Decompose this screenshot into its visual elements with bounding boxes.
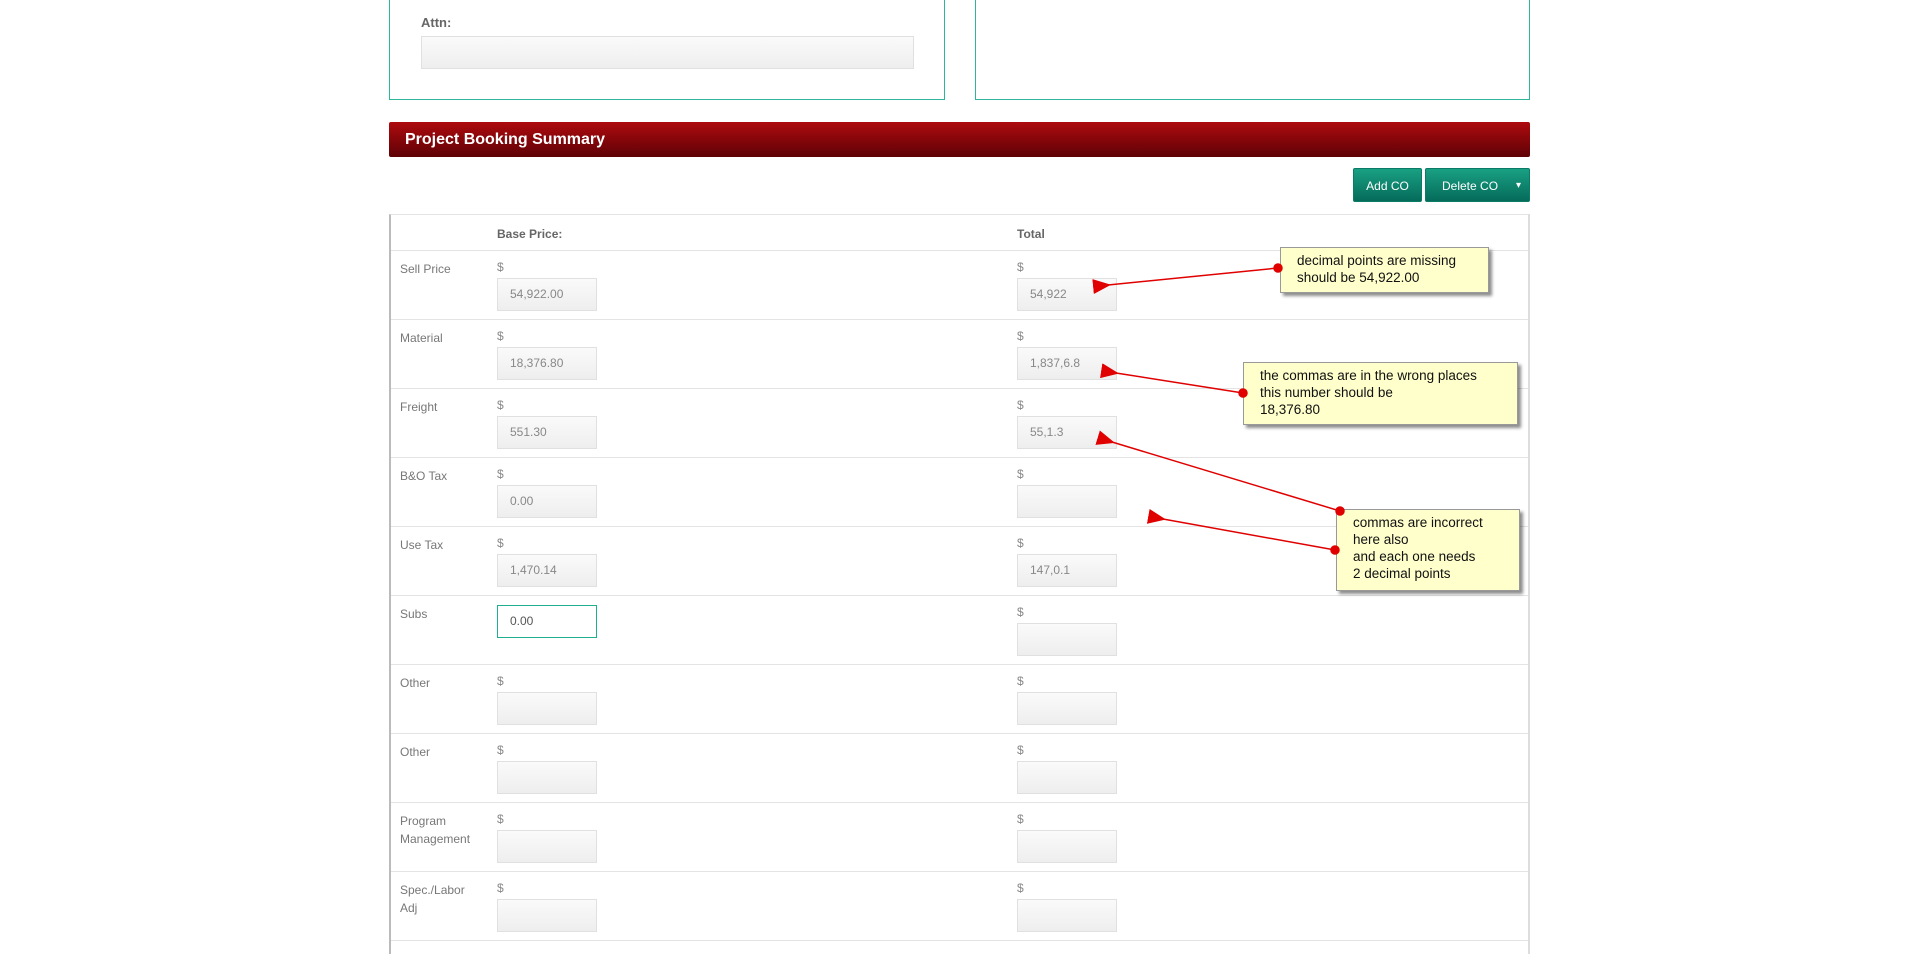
attn-label: Attn: xyxy=(421,15,452,30)
table-row: Other $ $ xyxy=(391,664,1528,734)
base-cell: $ 18,376.80 xyxy=(497,329,597,380)
row-label: Other xyxy=(400,676,431,690)
base-price-input[interactable]: 54,922.00 xyxy=(497,278,597,311)
row-label: Sell Price xyxy=(400,262,451,276)
row-label: Spec./Labor Adj xyxy=(400,883,465,915)
total-input[interactable] xyxy=(1017,485,1117,518)
row-label: Material xyxy=(400,331,443,345)
currency-symbol: $ xyxy=(1017,812,1024,826)
currency-symbol: $ xyxy=(1017,260,1024,274)
total-input[interactable] xyxy=(1017,761,1117,794)
annotation-note: decimal points are missing should be 54,… xyxy=(1280,247,1489,293)
total-input[interactable] xyxy=(1017,692,1117,725)
base-cell: 0.00 xyxy=(497,605,597,638)
secondary-panel xyxy=(975,0,1530,100)
base-cell: $ 54,922.00 xyxy=(497,260,597,311)
table-row: Spec./Labor Adj $ $ xyxy=(391,871,1528,941)
currency-symbol: $ xyxy=(497,881,504,895)
base-cell: $ 1,470.14 xyxy=(497,536,597,587)
row-label: Other xyxy=(400,745,431,759)
currency-symbol: $ xyxy=(1017,881,1024,895)
row-label: Freight xyxy=(400,400,438,414)
total-input[interactable]: 147,0.1 xyxy=(1017,554,1117,587)
add-co-button[interactable]: Add CO xyxy=(1353,168,1422,202)
currency-symbol: $ xyxy=(497,812,504,826)
table-header: Base Price: Total xyxy=(391,215,1528,251)
base-cell: $ xyxy=(497,881,597,932)
caret-down-icon[interactable]: ▾ xyxy=(1516,169,1521,203)
base-price-input[interactable] xyxy=(497,761,597,794)
total-input[interactable]: 55,1.3 xyxy=(1017,416,1117,449)
table-row: Program Management $ $ xyxy=(391,802,1528,872)
currency-symbol: $ xyxy=(497,743,504,757)
currency-symbol: $ xyxy=(1017,674,1024,688)
row-label: B&O Tax xyxy=(400,469,448,483)
currency-symbol: $ xyxy=(497,536,504,550)
total-cell: $ xyxy=(1017,467,1117,518)
currency-symbol: $ xyxy=(497,674,504,688)
base-price-input[interactable]: 0.00 xyxy=(497,485,597,518)
row-label: Use Tax xyxy=(400,538,444,552)
delete-co-button[interactable]: Delete CO ▾ xyxy=(1425,168,1530,202)
total-input[interactable] xyxy=(1017,899,1117,932)
base-cell: $ xyxy=(497,743,597,794)
currency-symbol: $ xyxy=(497,329,504,343)
base-cell: $ 551.30 xyxy=(497,398,597,449)
total-cell: $ xyxy=(1017,812,1117,863)
total-cell: $ xyxy=(1017,743,1117,794)
total-cell: $ 147,0.1 xyxy=(1017,536,1117,587)
delete-co-label: Delete CO xyxy=(1442,179,1499,193)
base-cell: $ xyxy=(497,674,597,725)
base-price-input[interactable]: 1,470.14 xyxy=(497,554,597,587)
total-cell: $ 55,1.3 xyxy=(1017,398,1117,449)
base-cell: $ 0.00 xyxy=(497,467,597,518)
section-title: Project Booking Summary xyxy=(389,122,1530,157)
annotation-note: the commas are in the wrong places this … xyxy=(1243,362,1518,425)
row-label: Subs xyxy=(400,607,428,621)
table-row: Other $ $ xyxy=(391,733,1528,803)
total-cell: $ 54,922 xyxy=(1017,260,1117,311)
currency-symbol: $ xyxy=(1017,467,1024,481)
total-input[interactable] xyxy=(1017,830,1117,863)
total-cell: $ xyxy=(1017,674,1117,725)
total-input[interactable]: 54,922 xyxy=(1017,278,1117,311)
base-price-input[interactable]: 551.30 xyxy=(497,416,597,449)
attn-input[interactable] xyxy=(421,36,914,69)
base-price-input[interactable]: 0.00 xyxy=(497,605,597,638)
total-cell: $ xyxy=(1017,605,1117,656)
currency-symbol: $ xyxy=(1017,743,1024,757)
currency-symbol: $ xyxy=(497,467,504,481)
row-label: Program Management xyxy=(400,814,471,846)
contact-panel: Attn: xyxy=(389,0,945,100)
currency-symbol: $ xyxy=(1017,329,1024,343)
base-price-input[interactable] xyxy=(497,899,597,932)
base-cell: $ xyxy=(497,812,597,863)
total-input[interactable] xyxy=(1017,623,1117,656)
currency-symbol: $ xyxy=(1017,605,1024,619)
annotation-note: commas are incorrect here also and each … xyxy=(1336,509,1520,591)
currency-symbol: $ xyxy=(497,398,504,412)
base-price-input[interactable] xyxy=(497,692,597,725)
base-price-header: Base Price: xyxy=(497,227,563,241)
currency-symbol: $ xyxy=(497,260,504,274)
table-row: Subs 0.00 $ xyxy=(391,595,1528,665)
total-cell: $ 1,837,6.8 xyxy=(1017,329,1117,380)
total-header: Total xyxy=(1017,227,1045,241)
total-cell: $ xyxy=(1017,881,1117,932)
currency-symbol: $ xyxy=(1017,398,1024,412)
base-price-input[interactable]: 18,376.80 xyxy=(497,347,597,380)
currency-symbol: $ xyxy=(1017,536,1024,550)
total-input[interactable]: 1,837,6.8 xyxy=(1017,347,1117,380)
base-price-input[interactable] xyxy=(497,830,597,863)
